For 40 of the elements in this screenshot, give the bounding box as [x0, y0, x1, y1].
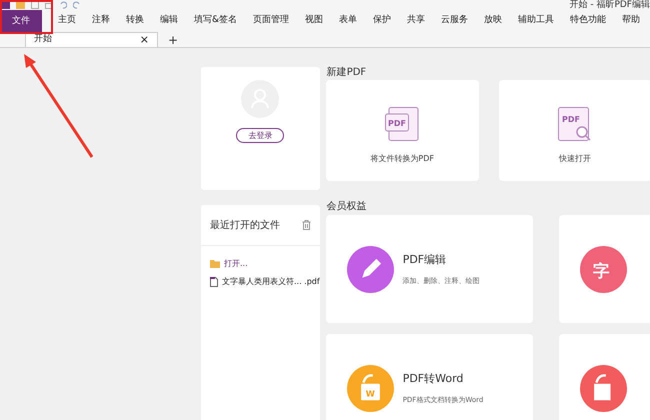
menu-tab[interactable]: 视图 [297, 14, 332, 28]
close-icon[interactable]: × [140, 34, 149, 46]
file-icon [210, 277, 218, 287]
menu-tab[interactable]: 主页 [50, 14, 84, 28]
document-tab[interactable]: 开始 × [25, 32, 158, 47]
action-card[interactable]: PDF 将文件转换为PDF [326, 80, 479, 181]
menu-tab[interactable]: 文件 [0, 10, 42, 32]
print-icon[interactable] [45, 1, 53, 9]
save-icon[interactable] [31, 1, 39, 9]
panel-title: 最近打开的文件 [210, 218, 280, 232]
menu-tab[interactable]: 转换 [118, 14, 152, 28]
trash-icon[interactable] [302, 220, 311, 230]
recent-file[interactable]: 文字暴人类用表义符... .pdf [222, 276, 320, 288]
new-tab-button[interactable]: + [168, 33, 178, 47]
menu-tab[interactable]: 云服务 [433, 14, 476, 28]
login-button[interactable]: 去登录 [236, 128, 284, 143]
menu-tab[interactable]: 编辑 [152, 14, 186, 28]
pdf-search-icon: PDF [558, 107, 592, 141]
feature-icon: 字 [580, 246, 627, 292]
feature-title: PDF转Word [402, 371, 464, 387]
section-title: 新建PDF [326, 66, 368, 80]
menu-tab[interactable]: 特色功能 [562, 14, 614, 28]
menu-tab[interactable]: 注释 [84, 14, 118, 28]
menu-tab[interactable]: 放映 [476, 14, 510, 28]
menu-tab[interactable]: 帮助 [614, 14, 648, 28]
redo-icon[interactable] [73, 1, 81, 9]
menu-tab[interactable]: 表单 [331, 14, 366, 28]
annotation-highlight-frame [0, 0, 53, 34]
menu-tab[interactable]: 共享 [399, 14, 434, 28]
menu-tab[interactable]: 页面管理 [245, 14, 298, 28]
undo-icon[interactable] [59, 1, 67, 9]
menu-tab[interactable]: 填写&签名 [186, 14, 246, 28]
action-card[interactable]: PDF 快速打开 [498, 80, 650, 181]
section-title: 会员权益 [326, 200, 368, 214]
open-link[interactable]: 打开... [224, 258, 248, 270]
menu-tab[interactable]: 保护 [365, 14, 400, 28]
menu-tab[interactable]: 辅助工具 [510, 14, 562, 28]
feature-icon: W [346, 364, 394, 412]
folder-icon [210, 260, 220, 268]
feature-title: PDF编辑 [402, 252, 448, 268]
